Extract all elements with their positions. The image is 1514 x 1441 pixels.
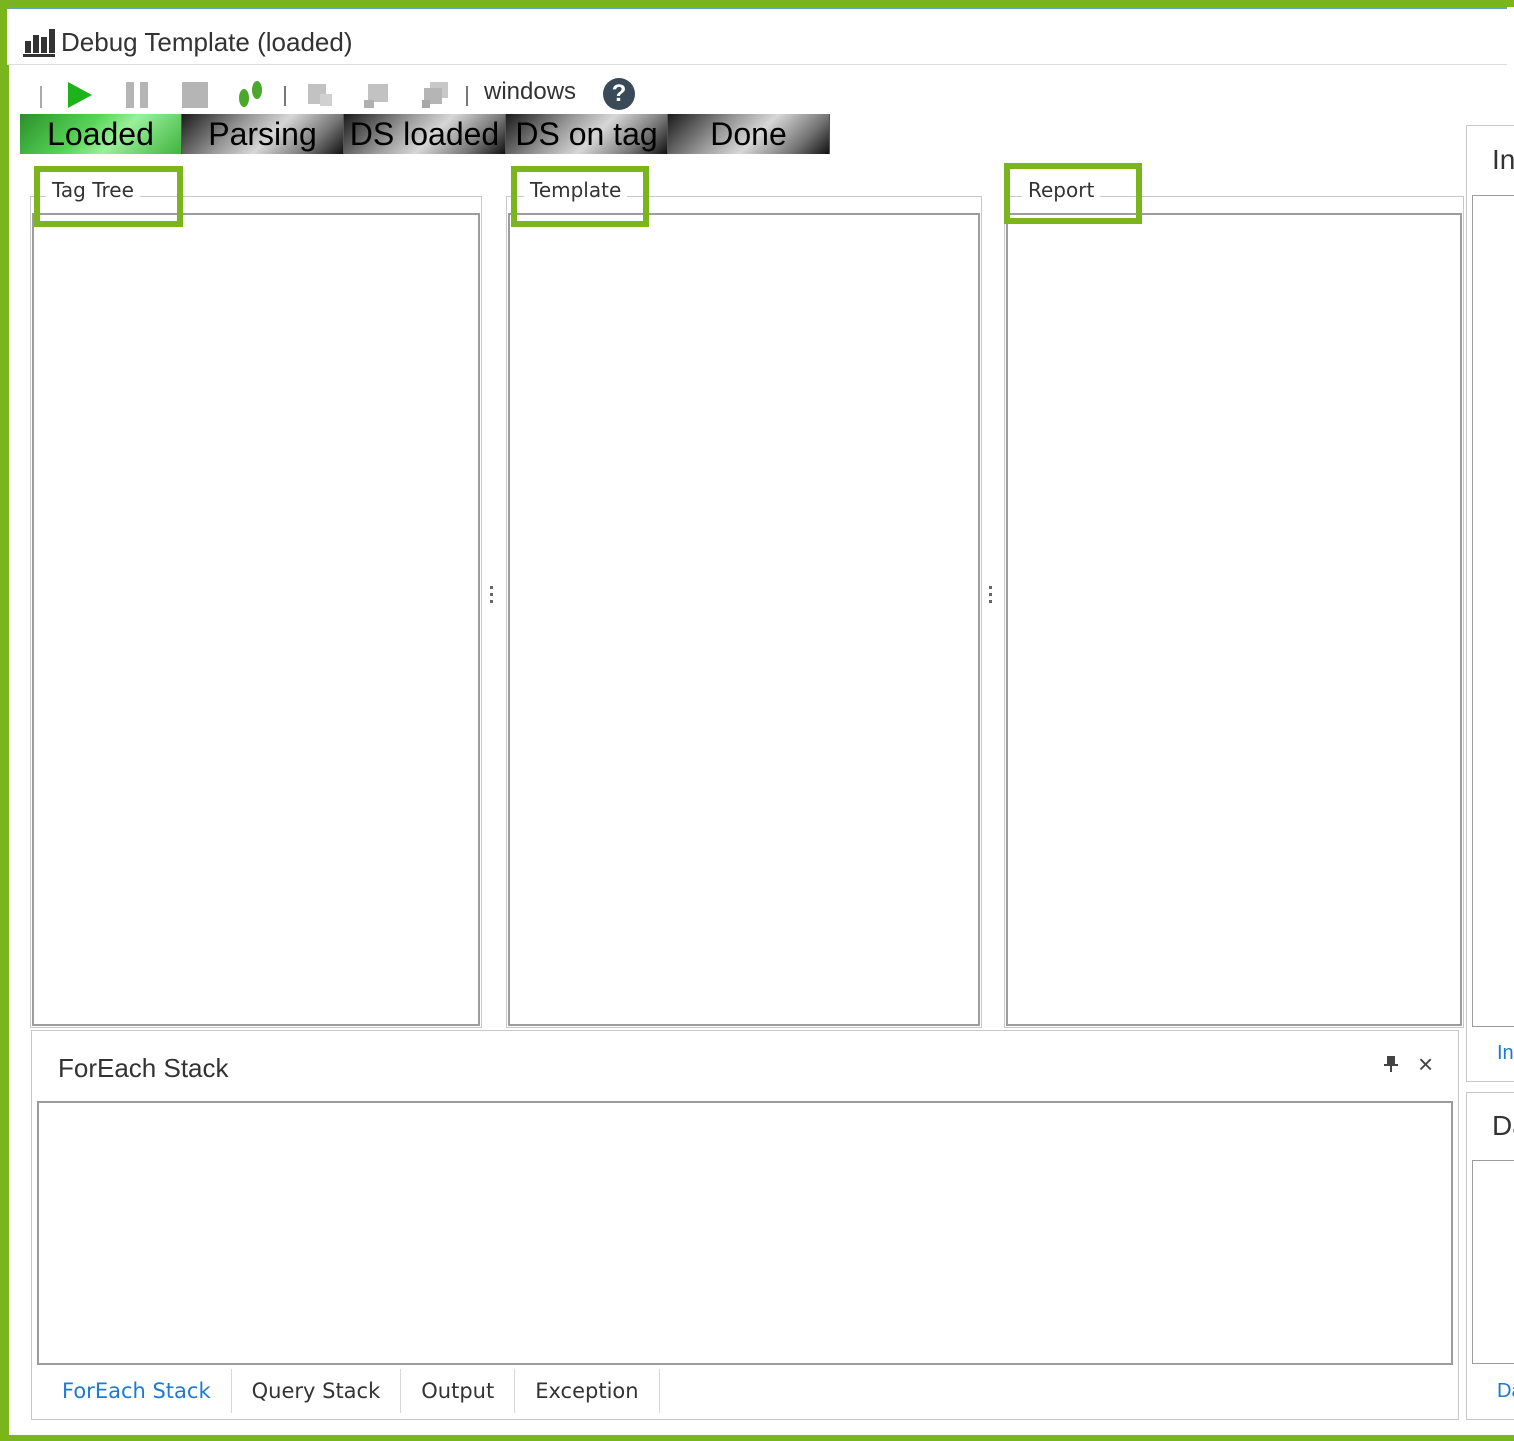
- step-icon[interactable]: [236, 80, 266, 110]
- report-highlight: [1004, 163, 1142, 224]
- tag-tree-panel: [30, 196, 482, 1028]
- toolbar-separator: [466, 86, 468, 106]
- toolbar-grip[interactable]: [40, 86, 42, 108]
- window-title: Debug Template (loaded): [61, 27, 353, 57]
- pin-icon[interactable]: [1384, 1055, 1398, 1073]
- tag-icon[interactable]: [362, 80, 392, 110]
- right-top-title: In: [1492, 144, 1514, 175]
- right-bottom-view[interactable]: [1472, 1160, 1514, 1364]
- step-ds-loaded: DS loaded: [344, 114, 506, 154]
- pause-icon[interactable]: [122, 80, 152, 110]
- play-icon[interactable]: [64, 80, 94, 110]
- windows-menu[interactable]: windows: [484, 78, 576, 106]
- tab-query-stack[interactable]: Query Stack: [232, 1369, 402, 1413]
- chart-app-icon: [23, 29, 55, 57]
- dock-tabs: ForEach Stack Query Stack Output Excepti…: [42, 1369, 660, 1413]
- tab-exception[interactable]: Exception: [515, 1369, 660, 1413]
- report-view[interactable]: [1006, 213, 1462, 1026]
- right-top-tab[interactable]: In: [1497, 1042, 1514, 1065]
- splitter-handle[interactable]: [989, 586, 992, 606]
- debug-toolbar: windows ?: [20, 70, 720, 120]
- tab-output[interactable]: Output: [401, 1369, 516, 1413]
- right-bottom-title: Da: [1492, 1110, 1514, 1141]
- step-parsing: Parsing: [182, 114, 344, 154]
- step-loaded: Loaded: [20, 114, 182, 154]
- tag-tree-highlight: [34, 166, 183, 227]
- title-bar: Debug Template (loaded): [7, 7, 1507, 65]
- right-bottom-tab[interactable]: Da: [1497, 1380, 1514, 1403]
- tab-foreach-stack[interactable]: ForEach Stack: [42, 1369, 232, 1413]
- help-icon[interactable]: ?: [603, 78, 635, 110]
- right-top-view[interactable]: [1472, 195, 1514, 1027]
- stop-icon[interactable]: [180, 80, 210, 110]
- template-highlight: [511, 166, 649, 227]
- splitter-handle[interactable]: [490, 586, 493, 606]
- close-icon[interactable]: ×: [1418, 1049, 1433, 1080]
- toolbar-separator: [284, 86, 286, 106]
- foreach-stack-view[interactable]: [37, 1101, 1453, 1365]
- tag-tree-view[interactable]: [32, 213, 480, 1026]
- template-panel: [506, 196, 982, 1028]
- foreach-stack-dock: ForEach Stack × ForEach Stack Query Stac…: [31, 1030, 1459, 1420]
- report-panel: [1004, 196, 1464, 1028]
- dock-title: ForEach Stack: [58, 1053, 229, 1083]
- step-ds-on-tag: DS on tag: [506, 114, 668, 154]
- progress-steps: Loaded Parsing DS loaded DS on tag Done: [20, 114, 836, 154]
- step-done: Done: [668, 114, 830, 154]
- add-icon[interactable]: [306, 80, 336, 110]
- stack-icon[interactable]: [420, 80, 450, 110]
- template-view[interactable]: [508, 213, 980, 1026]
